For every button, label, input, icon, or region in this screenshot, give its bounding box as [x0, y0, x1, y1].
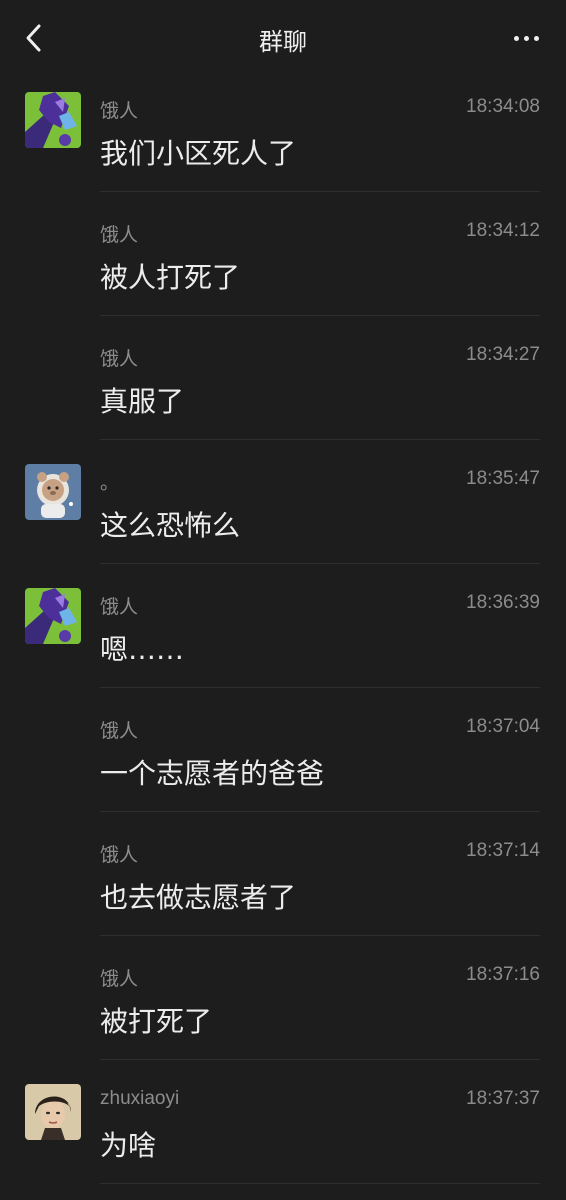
- message-row[interactable]: 饿人 18:37:16 被打死了: [0, 936, 566, 1060]
- message-time: 18:37:16: [466, 964, 540, 985]
- message-time: 18:34:08: [466, 96, 540, 117]
- message-row[interactable]: 饿人 18:37:14 也去做志愿者了: [0, 812, 566, 936]
- message-text: 嗯……: [100, 633, 185, 666]
- sender-name: 饿人: [100, 224, 139, 246]
- sender-name: 饿人: [100, 100, 139, 122]
- chat-title: 群聊: [259, 28, 307, 56]
- more-options-button[interactable]: [504, 24, 548, 52]
- message-time: 18:37:14: [466, 840, 540, 861]
- more-dot: [523, 35, 529, 41]
- message-row[interactable]: zhuxiaoyi 18:37:37 为啥: [0, 1060, 566, 1184]
- top-bar: 群聊: [0, 0, 566, 78]
- message-time: 18:34:27: [466, 344, 540, 365]
- message-text: 真服了: [100, 385, 185, 418]
- sender-name: 饿人: [100, 596, 139, 618]
- message-row[interactable]: 饿人 18:34:08 我们小区死人了: [0, 68, 566, 192]
- message-time: 18:35:47: [466, 468, 540, 489]
- more-dot: [533, 35, 539, 41]
- message-time: 18:36:39: [466, 592, 540, 613]
- message-time: 18:37:37: [466, 1088, 540, 1109]
- message-text: 被打死了: [100, 1005, 213, 1038]
- message-text: 我们小区死人了: [100, 137, 297, 170]
- woman-portrait-avatar-icon: [25, 1084, 81, 1140]
- message-list[interactable]: 饿人 18:34:08 我们小区死人了 饿人 18:34:12 被人打死了 饿人…: [0, 68, 566, 1184]
- sender-name: 饿人: [100, 720, 139, 742]
- sender-name: 饿人: [100, 968, 139, 990]
- sender-name: zhuxiaoyi: [100, 1088, 180, 1109]
- message-time: 18:37:04: [466, 716, 540, 737]
- avatar[interactable]: [25, 92, 81, 148]
- purple-creature-avatar-icon: [25, 92, 81, 148]
- divider: [100, 1183, 540, 1184]
- avatar[interactable]: [25, 1084, 81, 1140]
- bear-astronaut-avatar-icon: [25, 464, 81, 520]
- message-row[interactable]: 饿人 18:37:04 一个志愿者的爸爸: [0, 688, 566, 812]
- more-dots-icon: [513, 35, 519, 41]
- avatar[interactable]: [25, 588, 81, 644]
- message-row[interactable]: 饿人 18:36:39 嗯……: [0, 564, 566, 688]
- message-text: 一个志愿者的爸爸: [100, 757, 325, 790]
- avatar[interactable]: [25, 464, 81, 520]
- message-row[interactable]: 。 18:35:47 这么恐怖么: [0, 440, 566, 564]
- message-time: 18:34:12: [466, 220, 540, 241]
- message-text: 被人打死了: [100, 261, 241, 294]
- sender-name: 。: [100, 472, 120, 494]
- message-text: 为啥: [100, 1129, 157, 1162]
- sender-name: 饿人: [100, 844, 139, 866]
- message-row[interactable]: 饿人 18:34:27 真服了: [0, 316, 566, 440]
- message-text: 这么恐怖么: [100, 509, 241, 542]
- message-text: 也去做志愿者了: [100, 881, 297, 914]
- purple-creature-avatar-icon: [25, 588, 81, 644]
- sender-name: 饿人: [100, 348, 139, 370]
- message-row[interactable]: 饿人 18:34:12 被人打死了: [0, 192, 566, 316]
